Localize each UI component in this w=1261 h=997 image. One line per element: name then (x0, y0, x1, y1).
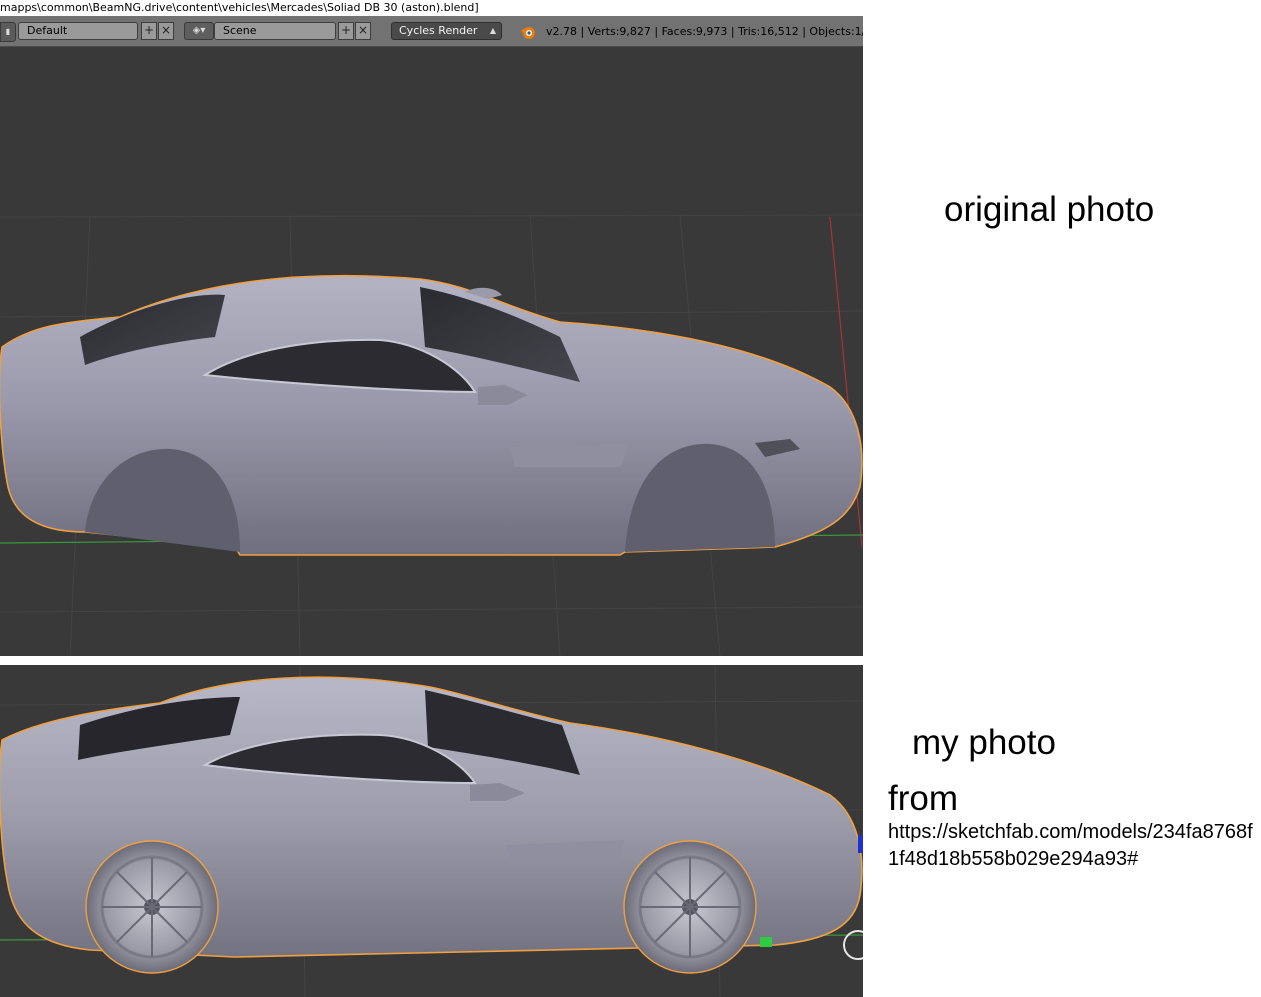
from-label: from (888, 779, 958, 818)
add-layout-button[interactable]: + (141, 22, 157, 40)
screen-layout-label: Default (27, 24, 68, 37)
info-header: ▮ Default + × ◈▾ Scene + × Cycles Render… (0, 16, 863, 47)
original-car-render (0, 214, 863, 656)
delete-layout-button[interactable]: × (158, 22, 174, 40)
source-url-text: https://sketchfab.com/models/234fa8768f1… (888, 821, 1253, 870)
window-title: mapps\common\BeamNG.drive\content\vehicl… (0, 0, 863, 16)
delete-scene-button[interactable]: × (355, 22, 371, 40)
front-wheel (623, 840, 757, 974)
scene-selector-button[interactable]: ◈▾ (184, 22, 214, 40)
rear-wheel (85, 840, 219, 974)
scene-label: Scene (223, 24, 257, 37)
close-icon: × (357, 23, 369, 37)
render-engine-select[interactable]: Cycles Render ▲ (391, 22, 502, 40)
add-icon: + (143, 23, 155, 37)
original-photo-label: original photo (944, 190, 1155, 229)
close-icon: × (160, 23, 172, 37)
dropdown-arrows-icon: ▲ (489, 26, 496, 35)
my-photo-label: my photo (912, 723, 1056, 762)
z-axis-marker (858, 835, 863, 853)
viewport-divider (0, 656, 863, 665)
scene-icon: ◈▾ (192, 25, 206, 36)
gizmo-handle[interactable] (760, 937, 772, 947)
viewport-mine[interactable] (0, 665, 863, 997)
scene-field[interactable]: Scene (214, 22, 336, 40)
add-scene-button[interactable]: + (338, 22, 354, 40)
blender-logo-icon (521, 27, 535, 39)
viewport-original[interactable] (0, 47, 863, 656)
screen-layout-field[interactable]: Default (18, 22, 138, 40)
editor-type-icon[interactable]: ▮ (0, 22, 16, 42)
my-car-render (0, 665, 863, 997)
render-engine-label: Cycles Render (399, 24, 478, 37)
scene-stats: v2.78 | Verts:9,827 | Faces:9,973 | Tris… (546, 25, 863, 38)
add-icon: + (340, 23, 352, 37)
